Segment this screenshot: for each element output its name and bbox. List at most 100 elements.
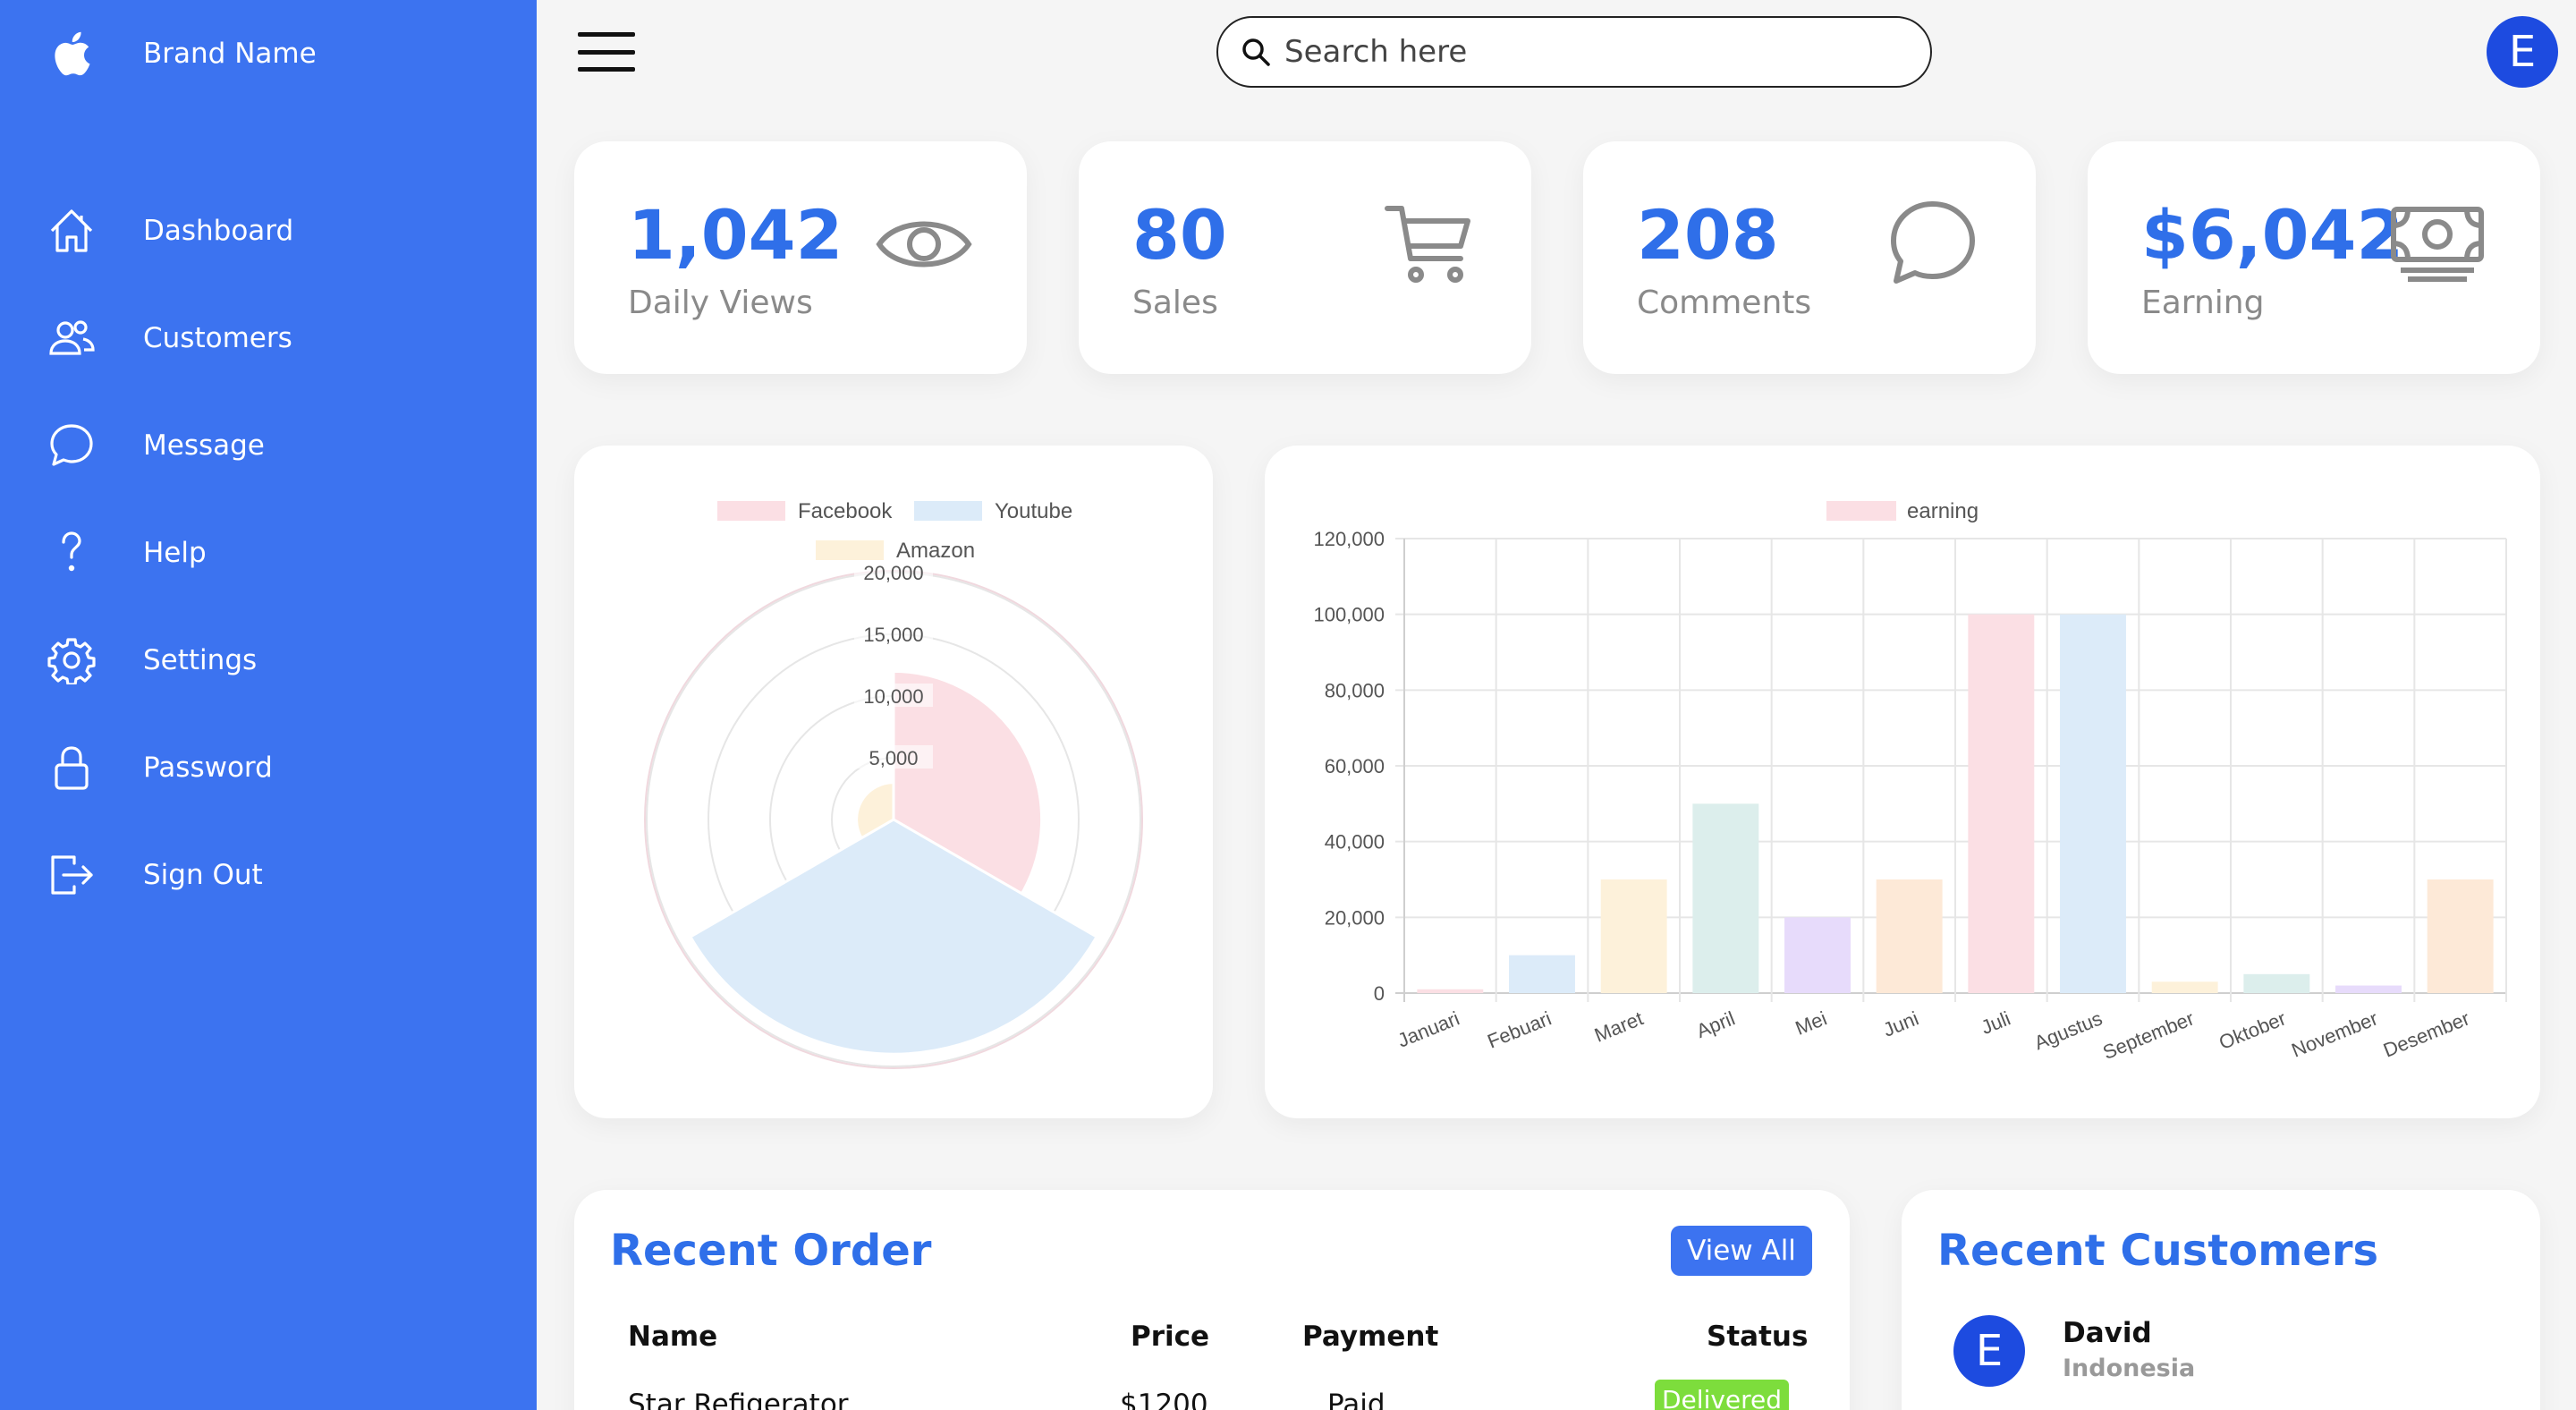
order-payment: Paid	[1327, 1389, 1385, 1410]
column-header-name: Name	[628, 1321, 718, 1353]
x-tick-label: April	[1693, 1007, 1738, 1042]
legend-swatch	[816, 540, 884, 560]
status-badge: Delivered	[1655, 1380, 1790, 1410]
bar-juli[interactable]	[1968, 614, 2035, 993]
x-tick-label: Desember	[2380, 1007, 2472, 1061]
sidebar-item-settings[interactable]: Settings	[0, 616, 537, 705]
x-tick-label: Juni	[1880, 1007, 1922, 1041]
sidebar-item-dashboard[interactable]: Dashboard	[0, 186, 537, 276]
sidebar: Brand Name Dashboard Customers Message H…	[0, 0, 537, 1410]
stat-label: Daily Views	[628, 285, 813, 321]
polar-tick-label: 15,000	[863, 624, 923, 646]
search-box[interactable]	[1216, 16, 1932, 88]
sidebar-item-label: Dashboard	[143, 215, 294, 247]
sidebar-item-help[interactable]: Help	[0, 508, 537, 598]
bar-juni[interactable]	[1876, 879, 1943, 993]
x-tick-label: Oktober	[2216, 1007, 2289, 1053]
stat-value: 1,042	[628, 195, 843, 275]
legend-label[interactable]: earning	[1907, 499, 1979, 523]
bar-chart-card: 0 20,000 40,000 60,000 80,000 100,000 120,000 J…	[1265, 446, 2540, 1118]
legend-swatch	[914, 501, 982, 521]
lock-icon	[47, 743, 97, 793]
polar-tick-label: 10,000	[863, 685, 923, 708]
x-tick-label: Maret	[1591, 1007, 1647, 1046]
cash-icon	[2388, 195, 2487, 293]
x-tick-label: Mei	[1792, 1007, 1830, 1039]
gear-icon	[47, 635, 97, 685]
stat-label: Comments	[1637, 285, 1812, 321]
view-all-button[interactable]: View All	[1671, 1226, 1812, 1276]
y-tick-label: 100,000	[1313, 604, 1385, 626]
chat-icon	[47, 420, 97, 471]
bar-febuari[interactable]	[1509, 955, 1575, 993]
menu-toggle-button[interactable]	[578, 32, 635, 72]
stat-value: 208	[1637, 195, 1779, 275]
main-content: E 1,042 Daily Views 80 Sales 208 Comment…	[537, 0, 2576, 1410]
search-input[interactable]	[1284, 34, 1893, 70]
people-icon	[47, 313, 97, 363]
stat-label: Earning	[2141, 285, 2265, 321]
x-tick-label: Agustus	[2031, 1007, 2106, 1054]
x-tick-label: Juli	[1978, 1007, 2013, 1039]
customer-name: David	[2063, 1317, 2152, 1349]
stat-card-comments: 208 Comments	[1583, 141, 2036, 374]
legend-label[interactable]: Amazon	[896, 539, 975, 563]
y-tick-label: 20,000	[1325, 906, 1385, 929]
order-name: Star Refigerator	[628, 1389, 849, 1410]
polar-chart-card: 5,000 10,000 15,000 20,000 Facebook Youtube Am…	[574, 446, 1213, 1118]
question-icon	[47, 528, 97, 578]
x-tick-label: September	[2099, 1007, 2197, 1063]
chat-icon	[1884, 195, 1982, 293]
sidebar-item-password[interactable]: Password	[0, 723, 537, 812]
bar-maret[interactable]	[1600, 879, 1667, 993]
sidebar-item-label: Customers	[143, 322, 292, 354]
customer-country: Indonesia	[2063, 1355, 2196, 1382]
sidebar-item-label: Password	[143, 752, 273, 784]
y-tick-label: 60,000	[1325, 755, 1385, 777]
sidebar-item-customers[interactable]: Customers	[0, 293, 537, 383]
search-icon	[1238, 34, 1274, 70]
sidebar-item-label: Message	[143, 429, 265, 462]
brand[interactable]: Brand Name	[47, 18, 317, 89]
legend-label[interactable]: Facebook	[798, 499, 893, 523]
bar-agustus[interactable]	[2060, 614, 2126, 993]
bar-mei[interactable]	[1784, 917, 1851, 993]
bar-oktober[interactable]	[2243, 973, 2310, 993]
polar-area-chart: 5,000 10,000 15,000 20,000 Facebook Youtube Am…	[644, 499, 1143, 1069]
home-icon	[47, 206, 97, 256]
stat-card-earning: $6,042 Earning	[2088, 141, 2540, 374]
polar-tick-label: 20,000	[863, 562, 923, 584]
legend-swatch	[717, 501, 785, 521]
column-header-status: Status	[1707, 1321, 1809, 1353]
column-header-price: Price	[1131, 1321, 1210, 1353]
topbar: E	[537, 0, 2576, 107]
y-tick-label: 80,000	[1325, 679, 1385, 701]
brand-name: Brand Name	[143, 38, 317, 70]
bar-september[interactable]	[2151, 981, 2218, 993]
recent-order-title: Recent Order	[610, 1226, 932, 1276]
apple-icon	[47, 27, 97, 81]
x-tick-label: Febuari	[1484, 1007, 1555, 1052]
bar-november[interactable]	[2335, 985, 2402, 993]
y-tick-label: 120,000	[1313, 528, 1385, 550]
avatar: E	[1953, 1315, 2025, 1387]
bar-desember[interactable]	[2427, 879, 2494, 993]
x-tick-label: Januari	[1394, 1007, 1462, 1051]
legend-swatch	[1826, 501, 1896, 521]
sidebar-item-sign-out[interactable]: Sign Out	[0, 830, 537, 920]
cart-icon	[1379, 195, 1478, 293]
stat-card-sales: 80 Sales	[1079, 141, 1531, 374]
user-avatar[interactable]: E	[2487, 16, 2558, 88]
recent-customers-card: Recent Customers E David Indonesia	[1902, 1190, 2540, 1410]
recent-order-card: Recent Order View All Name Price Payment…	[574, 1190, 1850, 1410]
column-header-payment: Payment	[1302, 1321, 1439, 1353]
legend-label[interactable]: Youtube	[995, 499, 1072, 523]
polar-tick-label: 5,000	[869, 747, 918, 769]
bar-april[interactable]	[1692, 803, 1759, 993]
y-tick-label: 0	[1374, 982, 1385, 1005]
sidebar-item-label: Sign Out	[143, 859, 263, 891]
y-tick-label: 40,000	[1325, 831, 1385, 854]
bar-januari[interactable]	[1417, 989, 1484, 993]
sidebar-item-message[interactable]: Message	[0, 401, 537, 490]
x-tick-label: November	[2288, 1007, 2380, 1061]
